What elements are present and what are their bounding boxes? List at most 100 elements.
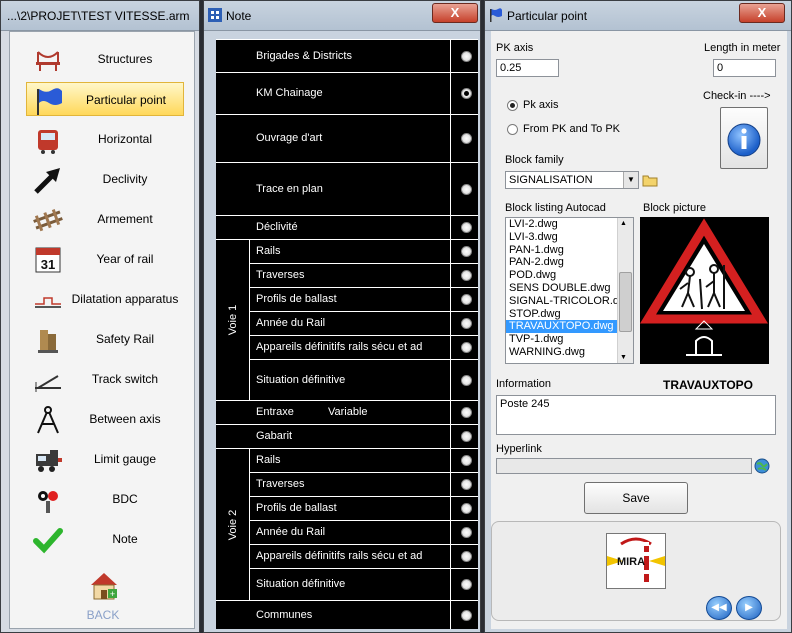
previous-button[interactable]: ◀◀ [706,596,732,620]
note-window: Note X Brigades & Districts KM Chainage Ou… [203,0,481,633]
folder-icon[interactable] [642,173,658,187]
information-field[interactable]: Poste 245 [496,395,776,435]
note-row-radio[interactable] [461,455,472,466]
note-row[interactable]: Appareils définitifs rails sécu et ad [250,544,478,568]
note-row-radio[interactable] [461,610,472,621]
note-row[interactable]: Appareils définitifs rails sécu et ad [250,335,478,359]
note-row[interactable]: Rails [250,239,478,263]
block-list-item[interactable]: POD.dwg [506,269,618,282]
globe-icon[interactable] [754,458,770,474]
note-row-radio[interactable] [461,579,472,590]
note-row-radio[interactable] [461,479,472,490]
note-row[interactable]: Profils de ballast [250,287,478,311]
note-row[interactable]: Brigades & Districts [216,39,478,72]
note-row[interactable]: Ouvrage d'art [216,114,478,162]
note-row-radio[interactable] [461,222,472,233]
voie-1-label: Voie 1 [226,304,239,336]
save-button[interactable]: Save [584,482,688,514]
note-row[interactable]: Trace en plan [216,162,478,215]
block-list-item[interactable]: PAN-2.dwg [506,256,618,269]
note-row[interactable]: Rails [250,448,478,472]
note-row[interactable]: Année du Rail [250,311,478,335]
note-row-radio[interactable] [461,133,472,144]
note-row[interactable]: Traverses [250,472,478,496]
close-icon: X [757,5,767,20]
note-row[interactable]: Profils de ballast [250,496,478,520]
note-row-radio[interactable] [461,88,472,99]
menu-item-particular-point[interactable]: Particular point [26,82,184,116]
dilatation-icon [35,297,61,308]
note-row-radio[interactable] [461,51,472,62]
checkin-button[interactable] [720,107,768,169]
pk-axis-input[interactable]: 0.25 [496,59,559,77]
scrollbar-thumb[interactable] [619,272,632,332]
length-input[interactable]: 0 [713,59,776,77]
note-row-radio[interactable] [461,551,472,562]
mira-logo-icon: MIRA [607,534,665,588]
block-list-item[interactable]: TVP-1.dwg [506,333,618,346]
menu-item-note[interactable]: Note [26,522,184,556]
menu-item-limit-gauge[interactable]: Limit gauge [26,442,184,476]
block-list-item[interactable]: TRAVAUXTOPO.dwg [506,320,618,334]
block-list-item[interactable]: LVI-3.dwg [506,231,618,244]
menu-item-armement[interactable]: Armement [26,202,184,236]
menu-item-between-axis[interactable]: Between axis [26,402,184,436]
note-row-radio[interactable] [461,294,472,305]
block-family-select[interactable]: SIGNALISATION ▼ [505,171,639,189]
menu-item-year-of-rail[interactable]: 31 Year of rail [26,242,184,276]
note-row-radio[interactable] [461,407,472,418]
note-row[interactable]: Gabarit [216,424,478,448]
scroll-down-icon[interactable]: ▼ [620,354,627,361]
radio-from-pk-label[interactable]: From PK and To PK [523,123,620,135]
close-button[interactable]: X [432,3,478,23]
menu-item-bdc[interactable]: BDC [26,482,184,516]
note-row-label: Situation définitive [256,374,346,386]
note-row-radio[interactable] [461,184,472,195]
menu-item-dilatation-apparatus[interactable]: Dilatation apparatus [26,282,184,316]
listbox-scrollbar[interactable]: ▲ ▼ [617,218,633,363]
block-listbox[interactable]: LVI-2.dwg LVI-3.dwg PAN-1.dwg PAN-2.dwg POD.… [505,217,634,364]
note-titlebar[interactable]: Note X [204,1,480,31]
menu-item-declivity[interactable]: Declivity [26,162,184,196]
note-row-radio[interactable] [461,527,472,538]
back-button[interactable]: + [88,570,120,602]
note-row-radio[interactable] [461,246,472,257]
menu-item-structures[interactable]: Structures [26,42,184,76]
note-row-radio[interactable] [461,270,472,281]
note-row[interactable]: Déclivité [216,215,478,239]
note-row-radio[interactable] [461,375,472,386]
block-list-item[interactable]: WARNING.dwg [506,346,618,359]
block-list-item[interactable]: PAN-1.dwg [506,244,618,257]
play-icon: ▶ [745,602,753,613]
note-row-radio[interactable] [461,431,472,442]
radio-from-pk[interactable] [507,124,518,135]
chevron-down-icon[interactable]: ▼ [623,172,638,188]
note-row[interactable]: Entraxe Variable [216,400,478,424]
next-button[interactable]: ▶ [736,596,762,620]
radio-pk-axis-label[interactable]: Pk axis [523,99,558,111]
menu-item-horizontal[interactable]: Horizontal [26,122,184,156]
structures-titlebar[interactable]: ...\2\PROJET\TEST VITESSE.arm [1,1,199,31]
close-button[interactable]: X [739,3,785,23]
note-row[interactable]: Traverses [250,263,478,287]
note-row[interactable]: Année du Rail [250,520,478,544]
radio-pk-axis[interactable] [507,100,518,111]
note-row-radio[interactable] [461,503,472,514]
scroll-up-icon[interactable]: ▲ [620,220,627,227]
note-row[interactable]: Situation définitive [250,359,478,400]
note-row[interactable]: KM Chainage [216,72,478,114]
particular-titlebar[interactable]: Particular point X [485,1,791,31]
block-list-item[interactable]: SIGNAL-TRICOLOR.dwg [506,295,618,308]
menu-item-label: BDC [112,492,138,506]
block-list-item[interactable]: LVI-2.dwg [506,218,618,231]
block-list-item[interactable]: STOP.dwg [506,308,618,321]
note-row[interactable]: Communes [216,600,478,629]
hyperlink-field[interactable] [496,458,752,474]
menu-item-safety-rail[interactable]: Safety Rail [26,322,184,356]
back-label[interactable]: BACK [10,608,196,622]
note-row-radio[interactable] [461,342,472,353]
note-row-radio[interactable] [461,318,472,329]
block-list-item[interactable]: SENS DOUBLE.dwg [506,282,618,295]
note-row[interactable]: Situation définitive [250,568,478,600]
menu-item-track-switch[interactable]: Track switch [26,362,184,396]
